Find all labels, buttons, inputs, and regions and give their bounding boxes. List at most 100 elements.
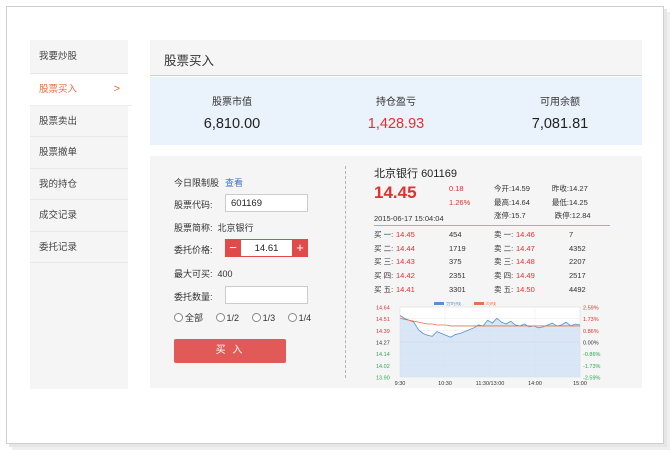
- price-row: 委托价格:: [174, 243, 213, 256]
- order-volume: 4352: [569, 243, 586, 253]
- order-volume: 2351: [449, 271, 466, 281]
- order-label: 卖 五:: [494, 284, 514, 294]
- account-summary: 股票市值 6,810.00 持仓盈亏 1,428.93 可用余额 7,081.8…: [150, 77, 642, 145]
- radio-circle-icon: [215, 313, 225, 322]
- sidebar-item-orders[interactable]: 委托记录: [30, 232, 128, 263]
- price-change: 0.18 1.26%: [449, 182, 470, 210]
- legend-swatch-avg: [474, 302, 484, 305]
- stat-value: 7,081.81: [531, 116, 589, 132]
- stock-title: 北京银行 601169: [374, 165, 457, 181]
- chevron-right-icon: >: [113, 83, 120, 95]
- stat-label: 今开:: [494, 184, 512, 193]
- stat-label: 持仓盈亏: [376, 97, 416, 108]
- quote-stats: 今开:14.59 昨收:14.27 最高:14.64 最低:14.25 涨停:15.…: [494, 182, 591, 223]
- order-label: 买 五:: [374, 284, 394, 294]
- sidebar-item-deals[interactable]: 成交记录: [30, 200, 128, 232]
- order-price: 14.42: [396, 271, 415, 281]
- order-price: 14.43: [396, 257, 415, 267]
- stat-label: 可用余额: [540, 97, 580, 108]
- order-volume: 2517: [569, 271, 586, 281]
- code-row: 股票代码:: [174, 198, 213, 211]
- sidebar-item-label: 委托记录: [39, 241, 78, 253]
- stat-label: 最低:: [551, 197, 569, 207]
- order-label: 卖 四:: [494, 271, 514, 281]
- order-volume: 2207: [569, 257, 586, 267]
- stock-code-input[interactable]: 601169: [225, 194, 308, 212]
- y-tick-right: 0.86%: [583, 329, 599, 335]
- order-label: 买 四:: [374, 271, 394, 281]
- name-label: 股票简称:: [174, 223, 213, 233]
- price-label: 委托价格:: [174, 245, 213, 255]
- max-row: 最大可买: 400: [174, 267, 233, 280]
- sidebar-item-label: 股票撤单: [39, 147, 78, 158]
- legend-label: 分时线: [446, 302, 461, 307]
- minus-button[interactable]: −: [225, 239, 241, 257]
- sidebar: 我要炒股 股票买入 > 股票卖出 股票撤单 我的持仓 成交记录 委托记录: [30, 40, 132, 389]
- order-label: 卖 三:: [494, 257, 514, 267]
- ratio-quarter-radio[interactable]: 1/4: [287, 312, 312, 323]
- radio-circle-icon: [174, 313, 183, 322]
- order-label: 买 一:: [374, 230, 394, 239]
- trade-panel: 今日限制股 查看 股票代码: 601169 股票简称: 北京银行 委托价格: − …: [150, 156, 642, 388]
- sidebar-item-cancel[interactable]: 股票撤单: [30, 137, 128, 169]
- radio-circle-icon: [287, 313, 297, 322]
- order-price: 14.46: [516, 230, 535, 239]
- y-tick-right: 1.73%: [583, 317, 599, 323]
- page-title: 股票买入: [164, 54, 215, 68]
- panel-divider: [345, 166, 346, 378]
- sidebar-item-label: 我要炒股: [39, 51, 78, 62]
- stat-label: 股票市值: [212, 97, 252, 108]
- x-tick: 14:00: [528, 381, 542, 387]
- sidebar-item-label: 我的持仓: [39, 178, 78, 190]
- stat-value: 1,428.93: [367, 116, 425, 132]
- radio-circle-icon: [251, 313, 261, 322]
- legend-swatch-price: [434, 302, 444, 305]
- radio-label: 1/4: [298, 312, 312, 323]
- sidebar-item-buy[interactable]: 股票买入 >: [30, 74, 132, 106]
- buy-button[interactable]: 买 入: [174, 339, 286, 363]
- y-tick-left: 13.90: [376, 376, 390, 382]
- quote-divider: [374, 225, 610, 226]
- order-price: 14.41: [396, 284, 415, 294]
- sidebar-item-holdings[interactable]: 我的持仓: [30, 169, 128, 200]
- quote-timestamp: 2015-06-17 15:04:04: [374, 214, 444, 223]
- price-stepper[interactable]: − 14.61 +: [225, 239, 308, 257]
- y-tick-left: 14.14: [376, 352, 390, 358]
- ratio-options: 全部 1/2 1/3 1/4: [174, 311, 321, 324]
- stat-label: 涨停:: [494, 211, 512, 220]
- ratio-half-radio[interactable]: 1/2: [215, 313, 239, 323]
- order-price: 14.44: [396, 243, 415, 253]
- x-tick: 10:30: [438, 381, 452, 387]
- radio-label: 全部: [185, 313, 204, 323]
- change-value: 0.18: [449, 184, 464, 193]
- y-tick-left: 14.64: [376, 306, 390, 312]
- order-volume: 454: [449, 230, 462, 239]
- qty-label: 委托数量:: [174, 292, 213, 302]
- change-percent: 1.26%: [449, 198, 471, 207]
- stat-value: 14.59: [511, 184, 530, 193]
- radio-label: 1/3: [262, 312, 276, 323]
- stat-value: 14.27: [568, 184, 588, 193]
- stat-label: 跌停:: [554, 211, 572, 220]
- page-header: 股票买入: [150, 40, 642, 76]
- ratio-third-radio[interactable]: 1/3: [251, 312, 276, 323]
- order-volume: 4492: [569, 284, 586, 294]
- limit-row: 今日限制股 查看: [174, 176, 243, 189]
- plus-button[interactable]: +: [292, 239, 308, 257]
- stat-label: 最高:: [494, 197, 512, 207]
- view-limit-link[interactable]: 查看: [225, 178, 243, 188]
- x-tick: 9:30: [395, 381, 406, 387]
- sidebar-item-label: 股票卖出: [39, 115, 78, 127]
- order-price: 14.48: [516, 257, 535, 267]
- order-price: 14.45: [396, 230, 415, 239]
- sidebar-item-sell[interactable]: 股票卖出: [30, 106, 128, 137]
- ratio-all-radio[interactable]: 全部: [174, 311, 203, 324]
- order-label: 买 三:: [374, 257, 394, 267]
- quantity-input[interactable]: [225, 286, 308, 304]
- y-tick-left: 14.02: [376, 364, 390, 370]
- stats-row: 最高:14.64 最低:14.25: [494, 196, 591, 210]
- stat-value: 14.64: [511, 197, 530, 207]
- price-value[interactable]: 14.61: [242, 243, 291, 254]
- sidebar-item-trade[interactable]: 我要炒股: [30, 40, 128, 74]
- stat-value: 6,810.00: [203, 116, 261, 132]
